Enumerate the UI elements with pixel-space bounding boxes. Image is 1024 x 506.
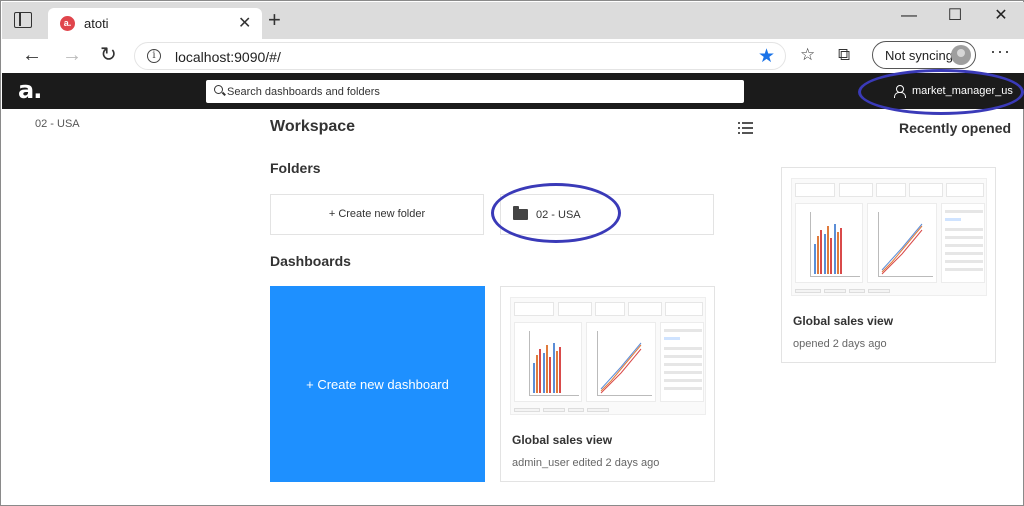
recent-dashboard-thumbnail <box>791 178 987 296</box>
refresh-icon[interactable]: ↻ <box>100 44 117 66</box>
atoti-logo[interactable]: a. <box>18 76 42 104</box>
recently-opened-title: Recently opened <box>899 120 1012 136</box>
sidebar-folder-item[interactable]: 02 - USA <box>35 118 80 130</box>
dashboards-heading: Dashboards <box>270 253 351 269</box>
forward-icon[interactable]: → <box>62 44 82 66</box>
recent-dashboard-card[interactable]: Global sales view opened 2 days ago <box>781 167 996 363</box>
recent-dashboard-meta: opened 2 days ago <box>793 338 887 350</box>
user-name: market_manager_us <box>912 85 1013 97</box>
favorites-icon[interactable]: ☆ <box>800 45 815 65</box>
new-tab-icon[interactable]: + <box>268 9 281 31</box>
tab-strip: a. atoti ✕ + — ☐ ✕ <box>2 2 1024 39</box>
folder-card[interactable]: 02 - USA <box>500 194 714 235</box>
thumb-bar-chart <box>795 203 863 283</box>
minimize-icon[interactable]: — <box>886 2 932 32</box>
favorite-star-icon[interactable]: ★ <box>758 45 775 68</box>
thumb-line-chart <box>586 322 656 402</box>
thumb-table <box>660 322 704 402</box>
close-icon[interactable]: ✕ <box>978 2 1024 32</box>
user-menu[interactable]: market_manager_us <box>858 69 1024 115</box>
profile-sync-button[interactable]: Not syncing <box>872 41 976 69</box>
create-folder-label: + Create new folder <box>328 208 426 220</box>
maximize-icon[interactable]: ☐ <box>932 2 978 32</box>
folder-name: 02 - USA <box>536 209 581 221</box>
thumb-table <box>941 203 985 283</box>
url-text: localhost:9090/#/ <box>175 49 281 65</box>
tab-actions-icon[interactable] <box>14 12 32 28</box>
collections-icon[interactable]: ⧉ <box>838 45 850 65</box>
search-box[interactable] <box>206 80 744 103</box>
browser-tab[interactable]: a. atoti ✕ <box>48 8 262 39</box>
create-folder-button[interactable]: + Create new folder <box>270 194 484 235</box>
page-title: Workspace <box>270 118 356 135</box>
recent-dashboard-title: Global sales view <box>793 314 894 328</box>
search-input[interactable] <box>227 83 727 100</box>
browser-window: a. atoti ✕ + — ☐ ✕ ← → ↻ i localhost:909… <box>0 0 1024 506</box>
back-icon[interactable]: ← <box>22 44 42 66</box>
site-info-icon[interactable]: i <box>147 49 161 63</box>
more-options-icon[interactable]: ··· <box>990 41 1011 62</box>
folders-heading: Folders <box>270 160 321 176</box>
tab-title: atoti <box>84 16 109 31</box>
navigation-bar: ← → ↻ i localhost:9090/#/ ★ ☆ ⧉ Not sync… <box>2 39 1024 73</box>
dashboard-card[interactable]: Global sales view admin_user edited 2 da… <box>500 286 715 482</box>
create-dashboard-button[interactable]: + Create new dashboard <box>270 286 485 482</box>
create-dashboard-label: + Create new dashboard <box>306 377 449 392</box>
user-icon <box>894 85 906 98</box>
profile-avatar-icon <box>951 45 971 65</box>
atoti-favicon-icon: a. <box>60 16 75 31</box>
tab-close-icon[interactable]: ✕ <box>238 13 251 33</box>
thumb-bar-chart <box>514 322 582 402</box>
dashboard-meta: admin_user edited 2 days ago <box>512 457 660 469</box>
thumb-line-chart <box>867 203 937 283</box>
window-controls: — ☐ ✕ <box>886 2 1024 32</box>
app-header: a. market_manager_us <box>2 69 1024 115</box>
sync-label: Not syncing <box>885 48 953 63</box>
dashboard-thumbnail <box>510 297 706 415</box>
address-bar[interactable]: i localhost:9090/#/ ★ <box>134 42 786 70</box>
dashboard-title: Global sales view <box>512 433 613 447</box>
search-icon <box>214 85 223 94</box>
folder-icon <box>513 206 528 220</box>
list-view-icon[interactable] <box>738 122 753 134</box>
